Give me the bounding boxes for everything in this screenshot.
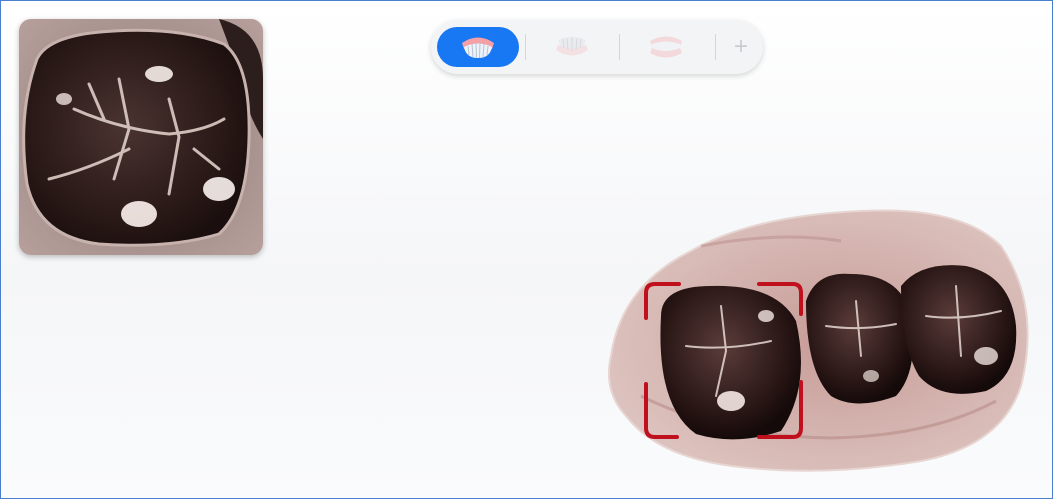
scan-model-3d[interactable] <box>601 206 1041 486</box>
both-jaws-button[interactable] <box>625 27 707 67</box>
toolbar-divider <box>715 34 716 60</box>
upper-jaw-button[interactable] <box>437 27 519 67</box>
lower-jaw-button[interactable] <box>531 27 613 67</box>
camera-preview[interactable] <box>19 19 263 255</box>
upper-jaw-icon <box>462 37 494 59</box>
scan-model-image <box>607 209 1029 472</box>
toolbar-divider <box>619 34 620 60</box>
camera-preview-image <box>19 19 263 255</box>
add-button[interactable]: + <box>727 32 755 62</box>
both-jaws-icon <box>650 36 682 58</box>
lower-jaw-icon <box>556 37 588 56</box>
scan-viewport: + <box>0 0 1053 499</box>
toolbar-divider <box>525 34 526 60</box>
jaw-selector-toolbar: + <box>431 20 763 74</box>
